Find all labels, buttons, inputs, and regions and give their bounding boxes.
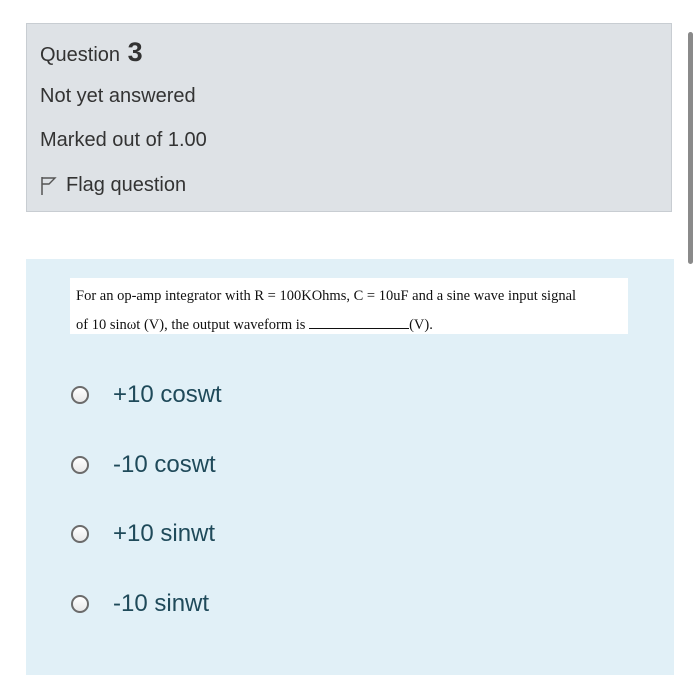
scrollbar[interactable] xyxy=(688,32,693,264)
option-1[interactable]: +10 coswt xyxy=(71,381,222,409)
quiz-page: Question 3 Not yet answered Marked out o… xyxy=(0,0,700,699)
question-heading: Question 3 xyxy=(40,37,143,68)
flag-icon xyxy=(41,176,57,195)
question-content-panel: For an op-amp integrator with R = 100KOh… xyxy=(26,259,674,675)
question-label: Question xyxy=(40,44,121,66)
option-label: +10 sinwt xyxy=(113,520,216,547)
option-4[interactable]: -10 sinwt xyxy=(71,590,209,618)
option-2[interactable]: -10 coswt xyxy=(71,451,216,479)
question-grade: Marked out of 1.00 xyxy=(40,129,207,151)
option-label: -10 sinwt xyxy=(113,590,210,617)
radio-button[interactable] xyxy=(71,595,89,613)
answer-blank xyxy=(309,314,410,329)
question-text-image: For an op-amp integrator with R = 100KOh… xyxy=(70,278,628,334)
question-info-panel: Question 3 Not yet answered Marked out o… xyxy=(26,23,672,212)
question-state: Not yet answered xyxy=(40,85,196,107)
question-text-line1: For an op-amp integrator with R = 100KOh… xyxy=(76,288,577,304)
question-text-line2: of 10 sinωt (V), the output waveform is … xyxy=(76,311,622,340)
radio-button[interactable] xyxy=(71,386,89,404)
flag-question-label: Flag question xyxy=(66,174,187,196)
radio-button[interactable] xyxy=(71,525,89,543)
option-3[interactable]: +10 sinwt xyxy=(71,520,215,548)
flag-question-button[interactable]: Flag question xyxy=(40,174,186,197)
option-label: -10 coswt xyxy=(113,451,216,478)
question-number: 3 xyxy=(127,37,143,67)
radio-button[interactable] xyxy=(71,456,89,474)
option-label: +10 coswt xyxy=(113,381,222,408)
